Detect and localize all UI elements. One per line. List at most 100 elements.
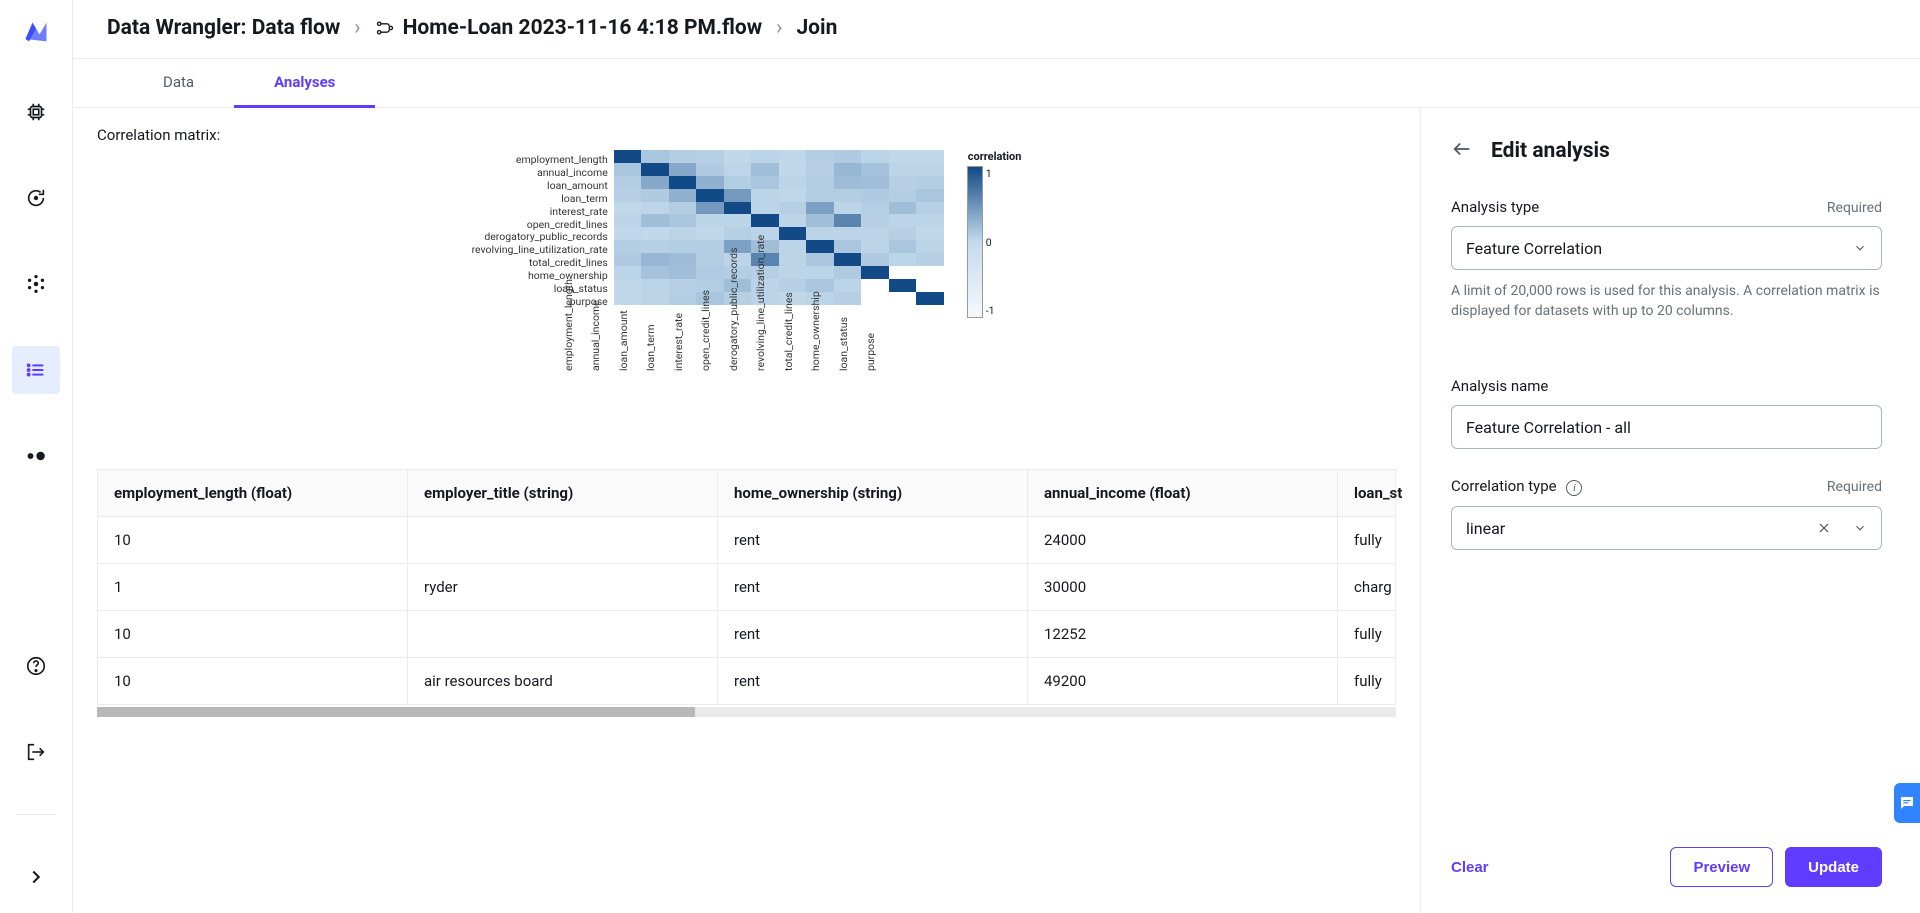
heatmap-cell — [696, 150, 724, 163]
heatmap-cell — [834, 279, 862, 292]
column-header[interactable]: loan_st — [1338, 470, 1408, 516]
heatmap-cell — [751, 150, 779, 163]
chat-bubble-icon[interactable] — [1894, 783, 1920, 823]
left-nav — [0, 0, 73, 913]
correlation-heatmap: employment_lengthannual_incomeloan_amoun… — [97, 150, 1396, 429]
heatmap-cell — [861, 189, 889, 202]
heatmap-cell — [641, 279, 669, 292]
nav-graph-icon[interactable] — [12, 260, 60, 308]
heatmap-cell — [806, 279, 834, 292]
heatmap-cell — [916, 176, 944, 189]
tab-analyses[interactable]: Analyses — [234, 59, 375, 107]
table-cell: 12252 — [1028, 611, 1338, 657]
legend-title: correlation — [968, 150, 1022, 163]
table-header-row: employment_length (float)employer_title … — [98, 470, 1395, 517]
tab-data[interactable]: Data — [123, 59, 234, 107]
analysis-name-value: Feature Correlation - all — [1466, 418, 1631, 437]
breadcrumb-file[interactable]: Home-Loan 2023-11-16 4:18 PM.flow — [375, 16, 763, 40]
heatmap-cell — [724, 214, 752, 227]
heatmap-cell — [806, 189, 834, 202]
column-header[interactable]: annual_income (float) — [1028, 470, 1338, 516]
heatmap-cell — [779, 240, 807, 253]
heatmap-cell — [669, 176, 697, 189]
heatmap-cell — [614, 202, 642, 215]
logo-icon — [22, 18, 50, 50]
nav-dots-icon[interactable] — [12, 432, 60, 480]
heatmap-cell — [751, 214, 779, 227]
table-row[interactable]: 10rent24000fully — [98, 517, 1395, 564]
x-axis-label: purpose — [864, 343, 984, 371]
info-icon[interactable]: i — [1566, 480, 1582, 496]
table-cell: fully — [1338, 658, 1408, 704]
nav-processor-icon[interactable] — [12, 88, 60, 136]
heatmap-cell — [751, 176, 779, 189]
table-row[interactable]: 10rent12252fully — [98, 611, 1395, 658]
heatmap-cell — [861, 266, 889, 279]
heatmap-cell — [779, 176, 807, 189]
heatmap-cell — [889, 292, 917, 305]
analysis-name-label: Analysis name — [1451, 377, 1548, 395]
heatmap-cell — [779, 227, 807, 240]
panel-title: Edit analysis — [1491, 139, 1610, 163]
header: Data Wrangler: Data flow › Home-Loan 202… — [73, 0, 1920, 59]
table-cell: 10 — [98, 611, 408, 657]
nav-list-icon[interactable] — [12, 346, 60, 394]
table-row[interactable]: 1ryderrent30000charg — [98, 564, 1395, 611]
heatmap-cell — [889, 163, 917, 176]
nav-logout-icon[interactable] — [12, 728, 60, 776]
analysis-type-value: Feature Correlation — [1466, 239, 1602, 258]
correlation-type-value: linear — [1466, 519, 1505, 538]
column-header[interactable]: employer_title (string) — [408, 470, 718, 516]
nav-expand-icon[interactable] — [12, 853, 60, 901]
heatmap-cell — [614, 189, 642, 202]
nav-refresh-icon[interactable] — [12, 174, 60, 222]
breadcrumb-root[interactable]: Data Wrangler: Data flow — [107, 16, 340, 40]
horizontal-scrollbar[interactable] — [97, 707, 1396, 717]
heatmap-cell — [614, 266, 642, 279]
heatmap-cell — [889, 240, 917, 253]
heatmap-cell — [724, 176, 752, 189]
heatmap-cell — [614, 227, 642, 240]
main-area: Data Wrangler: Data flow › Home-Loan 202… — [73, 0, 1920, 913]
heatmap-cell — [889, 150, 917, 163]
heatmap-cell — [916, 214, 944, 227]
back-arrow-icon[interactable] — [1451, 138, 1473, 164]
update-button[interactable]: Update — [1785, 847, 1882, 887]
column-header[interactable]: home_ownership (string) — [718, 470, 1028, 516]
clear-x-icon[interactable] — [1817, 521, 1831, 535]
heatmap-cell — [696, 227, 724, 240]
heatmap-cell — [724, 189, 752, 202]
clear-button[interactable]: Clear — [1451, 859, 1489, 876]
table-cell: 10 — [98, 517, 408, 563]
data-table: employment_length (float)employer_title … — [97, 469, 1396, 705]
heatmap-cell — [861, 240, 889, 253]
heatmap-cell — [779, 163, 807, 176]
table-row[interactable]: 10air resources boardrent49200fully — [98, 658, 1395, 705]
heatmap-cell — [669, 214, 697, 227]
heatmap-cell — [834, 253, 862, 266]
column-header[interactable]: employment_length (float) — [98, 470, 408, 516]
heatmap-cell — [889, 253, 917, 266]
heatmap-cell — [834, 227, 862, 240]
heatmap-cell — [916, 292, 944, 305]
flow-icon — [375, 18, 395, 38]
heatmap-cell — [916, 227, 944, 240]
heatmap-cell — [834, 240, 862, 253]
analysis-type-select[interactable]: Feature Correlation — [1451, 226, 1882, 270]
heatmap-cell — [861, 227, 889, 240]
heatmap-cell — [916, 253, 944, 266]
correlation-type-select[interactable]: linear — [1451, 506, 1882, 550]
heatmap-cell — [779, 150, 807, 163]
preview-button[interactable]: Preview — [1670, 847, 1773, 887]
analysis-name-input[interactable]: Feature Correlation - all — [1451, 405, 1882, 449]
nav-help-icon[interactable] — [12, 642, 60, 690]
table-cell: rent — [718, 564, 1028, 610]
heatmap-cell — [614, 163, 642, 176]
heatmap-cell — [696, 214, 724, 227]
heatmap-cell — [861, 279, 889, 292]
heatmap-cell — [669, 227, 697, 240]
heatmap-cell — [696, 189, 724, 202]
heatmap-cell — [696, 253, 724, 266]
table-cell: charg — [1338, 564, 1408, 610]
heatmap-cell — [861, 292, 889, 305]
